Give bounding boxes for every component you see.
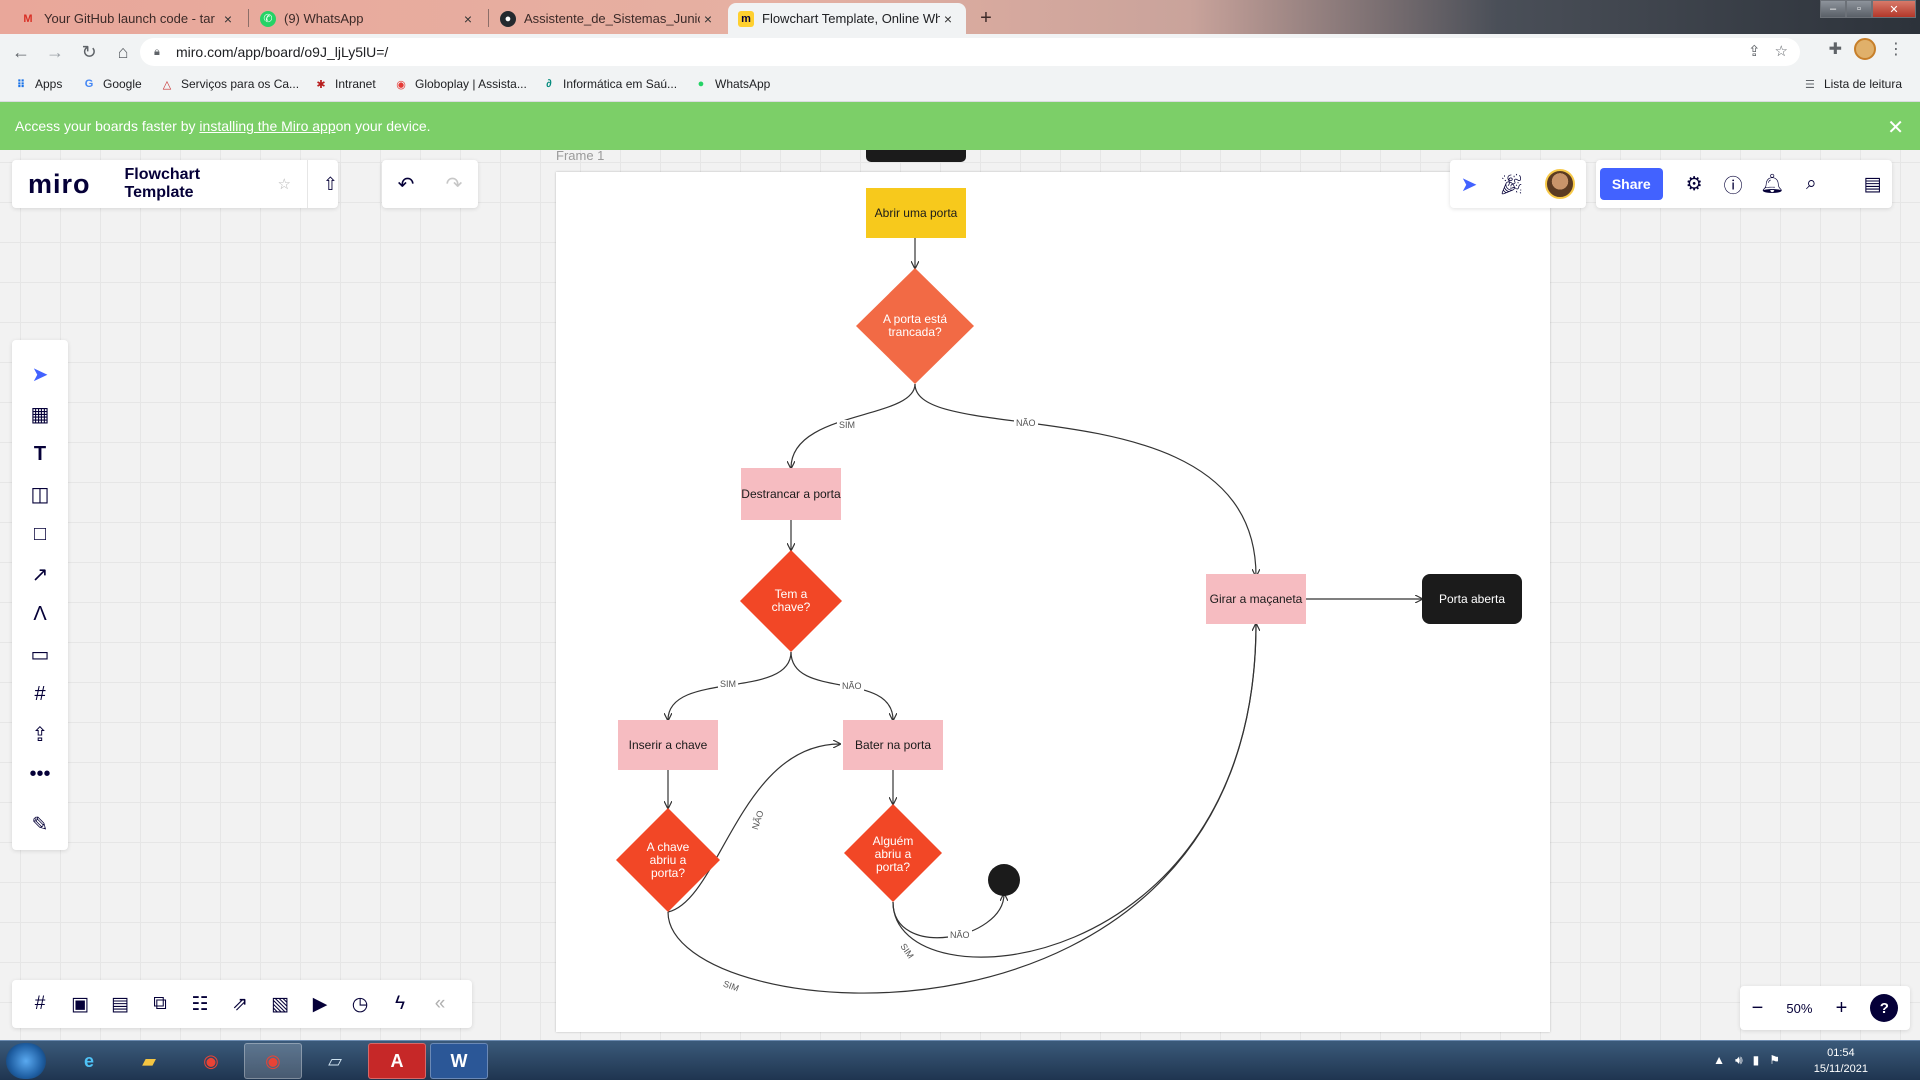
redo-icon[interactable]: ↷ [446,172,463,197]
node-locked[interactable]: A porta está trancada? [880,300,950,352]
screen-share-icon[interactable]: ⧉ [140,984,180,1024]
screen: M Your GitHub launch code - tar × ✆ (9) … [0,0,1920,1080]
clock-time: 01:54 [1827,1047,1855,1059]
board-header-panel: miro Flowchart Template ☆ ⇧ [12,160,338,208]
file-explorer-icon[interactable]: ▰ [120,1043,178,1079]
edge-label[interactable]: NÃO [1014,418,1038,428]
embed-icon[interactable]: ▧ [260,984,300,1024]
node-key-opened[interactable]: A chave abriu a porta? [636,832,700,888]
notifications-bell-icon[interactable]: 🔔︎ [1753,172,1792,196]
zoom-in-icon[interactable]: + [1836,997,1848,1020]
star-icon[interactable]: ☆ [278,175,291,193]
tray-arrow-icon[interactable]: ▲ [1713,1053,1725,1068]
comment-icon[interactable]: ▭ [20,634,60,674]
windows-taskbar: e ▰ ◉ ◉ ▱ A W ▲ 🔊︎ ▮ ⚑ 01:54 15/11/2021 [0,1040,1920,1080]
system-clock[interactable]: 01:54 15/11/2021 [1814,1045,1868,1077]
undo-icon[interactable]: ↶ [398,172,415,197]
share-button[interactable]: Share [1600,168,1663,200]
left-toolbar: ➤ ▦ T ◫ □ ↗ Λ ▭ # ⇪ ••• ✎ [12,340,68,850]
search-icon[interactable]: ⌕ [1792,173,1831,195]
more-tools-icon[interactable]: ••• [20,754,60,794]
collaboration-panel: ➤ 🎉︎ [1450,160,1586,208]
sticky-note-icon[interactable]: ◫ [20,474,60,514]
node-start[interactable]: Abrir uma porta [866,188,966,238]
divider [306,160,308,208]
activity-bolt-icon[interactable]: ϟ [380,984,420,1024]
node-turn-handle[interactable]: Girar a maçaneta [1206,574,1306,624]
top-right-toolbar: Share ⚙ ⓘ 🔔︎ ⌕ ▤ [1596,160,1892,208]
internet-explorer-icon[interactable]: e [60,1043,118,1079]
presentation-icon[interactable]: ▣ [60,984,100,1024]
acrobat-icon[interactable]: A [368,1043,426,1079]
external-link-icon[interactable]: ⇗ [220,984,260,1024]
bottom-toolbar: # ▣ ▤ ⧉ ☷ ⇗ ▧ ▶ ◷ ϟ « [12,980,472,1028]
board-menu-icon[interactable]: ▤ [1853,173,1892,196]
help-circle-icon[interactable]: ⓘ [1714,171,1753,198]
upload-icon[interactable]: ⇪ [20,714,60,754]
collapse-toolbar-icon[interactable]: « [420,984,460,1024]
end-dot [988,864,1020,896]
follow-cursor-icon[interactable]: ➤ [1461,172,1478,197]
board-name[interactable]: Flowchart Template [125,166,268,202]
node-unlock[interactable]: Destrancar a porta [741,468,841,520]
node-knock[interactable]: Bater na porta [843,720,943,770]
node-insert-key[interactable]: Inserir a chave [618,720,718,770]
volume-icon[interactable]: 🔊︎ [1735,1053,1743,1068]
network-icon[interactable]: ▮ [1753,1053,1760,1068]
celebrate-icon[interactable]: 🎉︎ [1499,172,1524,197]
chrome-icon[interactable]: ◉ [182,1043,240,1079]
plugin-icon[interactable]: ✎ [20,804,60,844]
help-button[interactable]: ? [1870,994,1899,1022]
start-button[interactable] [6,1043,46,1079]
frame-tool-icon[interactable]: # [20,674,60,714]
export-icon[interactable]: ⇧ [323,174,338,195]
word-icon[interactable]: W [430,1043,488,1079]
node-has-key[interactable]: Tem a chave? [758,580,824,622]
flag-icon[interactable]: ⚑ [1769,1053,1780,1068]
comments-icon[interactable]: ▤ [100,984,140,1024]
edge-label[interactable]: NÃO [948,930,972,940]
app-icon[interactable]: ▱ [306,1043,364,1079]
pen-tool-icon[interactable]: Λ [20,594,60,634]
undo-redo-panel: ↶ ↷ [382,160,478,208]
zoom-level[interactable]: 50% [1786,1001,1812,1016]
edge-locked-no [914,383,1256,576]
edge-label[interactable]: SIM [718,679,739,689]
user-avatar[interactable] [1545,169,1576,199]
zoom-out-icon[interactable]: − [1752,997,1764,1020]
system-tray: ▲ 🔊︎ ▮ ⚑ [1713,1053,1780,1068]
select-pointer-icon[interactable]: ➤ [20,354,60,394]
templates-icon[interactable]: ▦ [20,394,60,434]
settings-sliders-icon[interactable]: ⚙ [1675,173,1714,196]
zoom-panel: − 50% + ? [1740,986,1910,1030]
card-view-icon[interactable]: ☷ [180,984,220,1024]
clock-date: 15/11/2021 [1813,1063,1868,1075]
edge-someone-yes [892,623,1257,958]
shape-tool-icon[interactable]: □ [20,514,60,554]
frames-icon[interactable]: # [20,984,60,1024]
chrome-active-icon[interactable]: ◉ [244,1043,302,1079]
video-call-icon[interactable]: ▶ [300,984,340,1024]
node-door-open[interactable]: Porta aberta [1422,574,1522,624]
timer-icon[interactable]: ◷ [340,984,380,1024]
edge-label[interactable]: SIM [837,420,858,430]
miro-logo[interactable]: miro [28,169,91,200]
edge-label[interactable]: NÃO [840,681,864,691]
text-tool-icon[interactable]: T [20,434,60,474]
node-someone-opened[interactable]: Alguém abriu a porta? [861,826,925,882]
connector-line-icon[interactable]: ↗ [20,554,60,594]
